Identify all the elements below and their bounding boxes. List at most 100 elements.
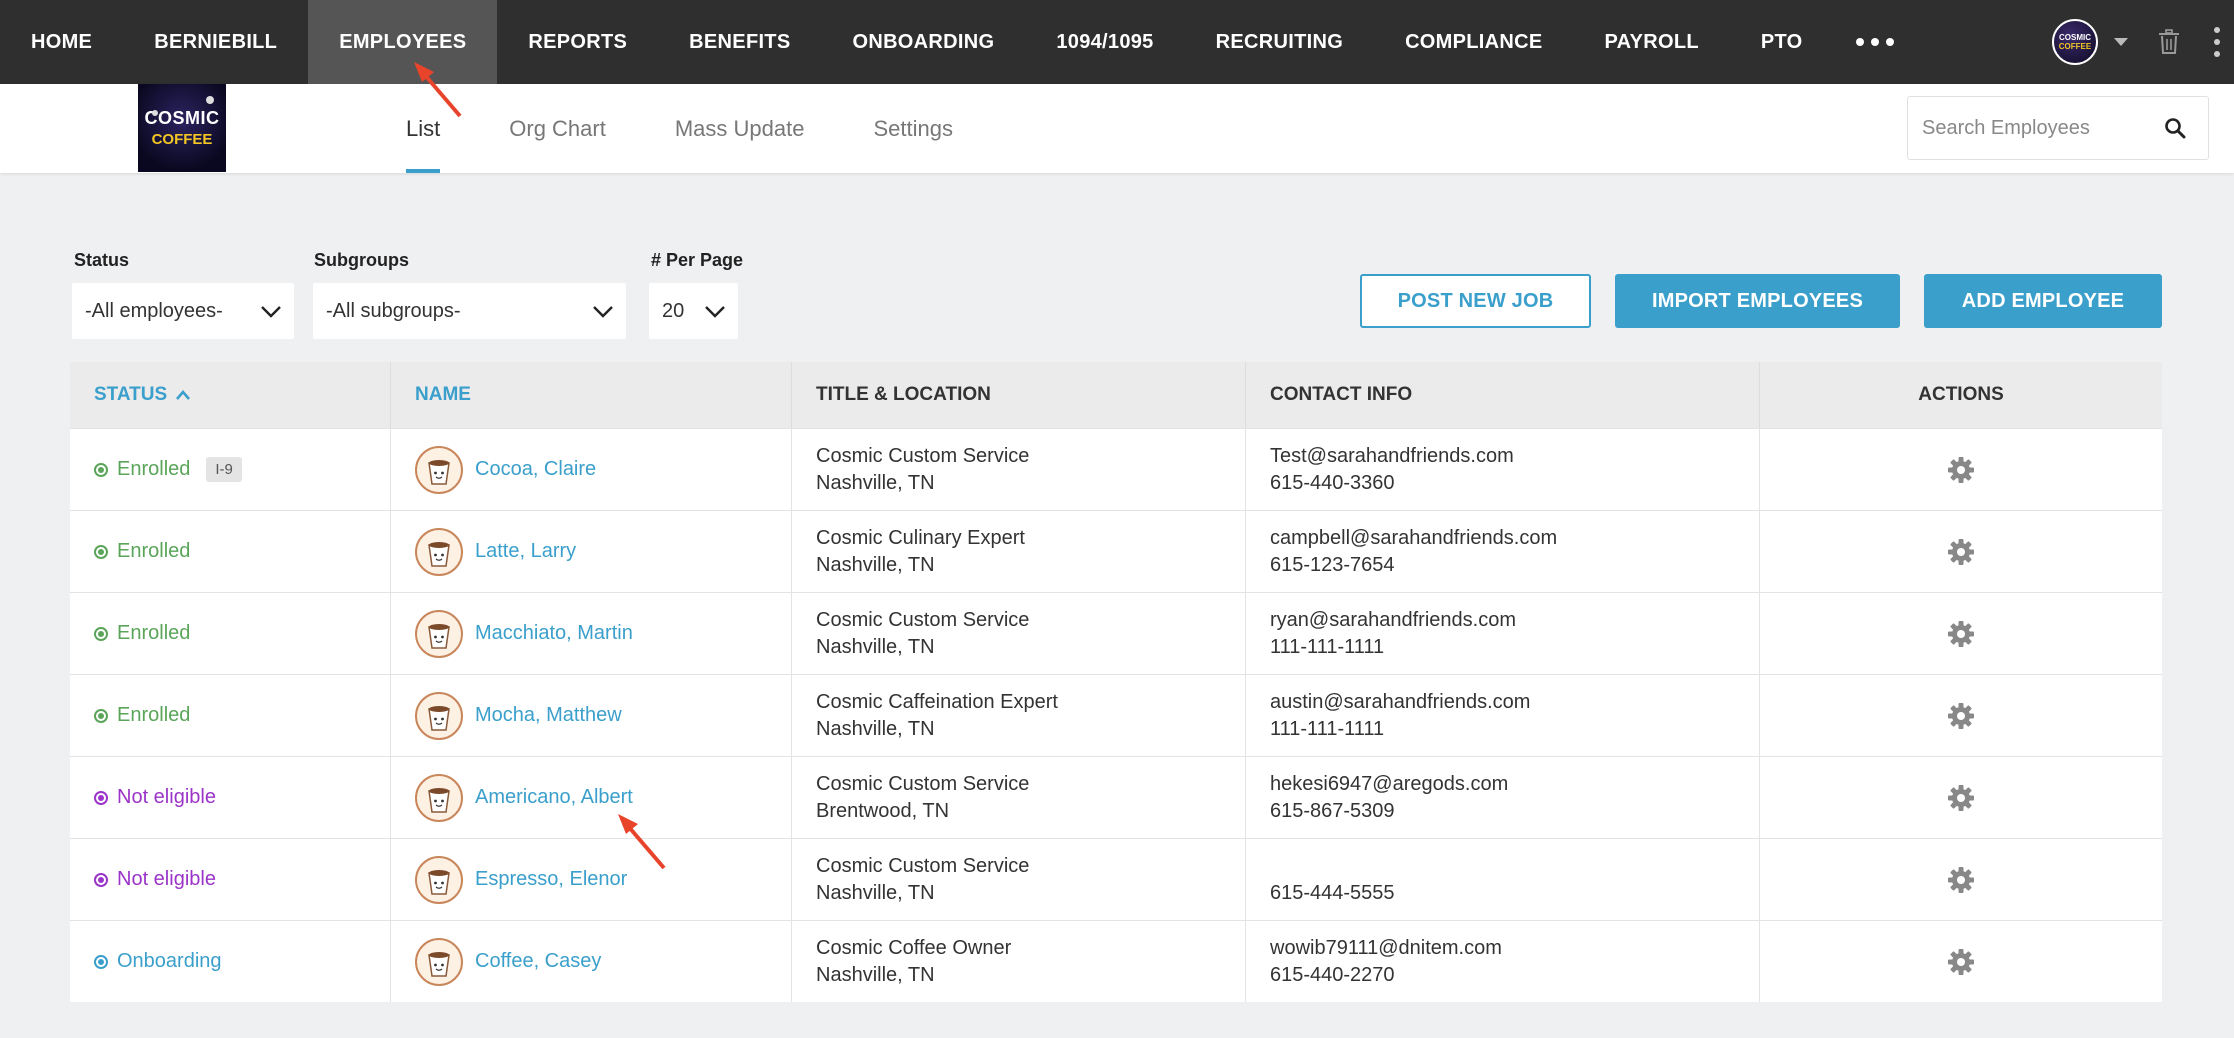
status-label: Enrolled	[117, 458, 191, 480]
nav-home[interactable]: HOME	[0, 0, 123, 84]
table-row: Enrolled I-9 Cocoa, Claire Cosmic Custom…	[70, 428, 2162, 510]
employee-name-link[interactable]: Cocoa, Claire	[475, 458, 596, 481]
header-title-location: TITLE & LOCATION	[792, 362, 1246, 428]
nav-compliance[interactable]: COMPLIANCE	[1374, 0, 1573, 84]
actions-cell	[1760, 839, 2162, 920]
add-employee-button[interactable]: ADD EMPLOYEE	[1924, 274, 2162, 328]
tab-org-chart[interactable]: Org Chart	[509, 84, 606, 173]
logo-star-1	[152, 110, 158, 116]
contact-cell: campbell@sarahandfriends.com 615-123-765…	[1246, 511, 1760, 592]
gear-icon[interactable]	[1946, 537, 1976, 567]
per-page-select[interactable]: 20	[649, 283, 738, 339]
post-new-job-button[interactable]: POST NEW JOB	[1360, 274, 1591, 328]
header-status-label: STATUS	[94, 384, 168, 405]
actions-cell	[1760, 429, 2162, 510]
coffee-cup-icon	[428, 705, 450, 731]
contact-cell: 615-444-5555	[1246, 839, 1760, 920]
status-cell: Onboarding	[70, 921, 391, 1002]
nav-benefits[interactable]: BENEFITS	[658, 0, 821, 84]
contact-email: hekesi6947@aregods.com	[1270, 772, 1509, 795]
contact-email: Test@sarahandfriends.com	[1270, 444, 1514, 467]
nav-berniebill[interactable]: BERNIEBILL	[123, 0, 308, 84]
header-name[interactable]: NAME	[391, 362, 792, 428]
status-dot-icon	[94, 954, 108, 969]
name-cell: Mocha, Matthew	[391, 675, 792, 756]
table-row: Not eligible Espresso, Elenor Cosmic Cus…	[70, 838, 2162, 920]
tab-settings[interactable]: Settings	[873, 84, 953, 173]
employee-avatar	[415, 773, 463, 822]
nav-1094-1095[interactable]: 1094/1095	[1025, 0, 1184, 84]
status-dot-icon	[94, 708, 108, 723]
employee-avatar	[415, 855, 463, 904]
account-avatar[interactable]: COSMIC COFFEE	[2052, 19, 2098, 65]
table-row: Not eligible Americano, Albert Cosmic Cu…	[70, 756, 2162, 838]
contact-cell: austin@sarahandfriends.com 111-111-1111	[1246, 675, 1760, 756]
status-dot-icon	[94, 872, 108, 887]
job-location: Brentwood, TN	[816, 799, 950, 822]
logo-star-2	[206, 96, 214, 104]
status-dot-icon	[94, 462, 108, 477]
status-label: Enrolled	[117, 704, 191, 726]
import-employees-button[interactable]: IMPORT EMPLOYEES	[1615, 274, 1900, 328]
name-cell: Americano, Albert	[391, 757, 792, 838]
job-title: Cosmic Custom Service	[816, 772, 1030, 795]
gear-icon[interactable]	[1946, 865, 1976, 895]
nav-reports[interactable]: REPORTS	[497, 0, 658, 84]
title-location-cell: Cosmic Custom Service Nashville, TN	[792, 839, 1246, 920]
gear-icon[interactable]	[1946, 947, 1976, 977]
kebab-menu-icon[interactable]	[2214, 27, 2220, 57]
nav-recruiting[interactable]: RECRUITING	[1185, 0, 1374, 84]
name-cell: Cocoa, Claire	[391, 429, 792, 510]
coffee-cup-icon	[428, 869, 450, 895]
nav-onboarding[interactable]: ONBOARDING	[821, 0, 1025, 84]
employee-name-link[interactable]: Coffee, Casey	[475, 950, 601, 973]
search-icon[interactable]	[2164, 117, 2186, 139]
status-label: Not eligible	[117, 868, 216, 890]
job-location: Nashville, TN	[816, 717, 935, 740]
coffee-cup-icon	[428, 623, 450, 649]
job-location: Nashville, TN	[816, 635, 935, 658]
employee-name-link[interactable]: Mocha, Matthew	[475, 704, 622, 727]
status-select[interactable]: -All employees-	[72, 283, 294, 339]
job-title: Cosmic Custom Service	[816, 608, 1030, 631]
header-status[interactable]: STATUS	[70, 362, 391, 428]
account-dropdown-icon[interactable]	[2114, 38, 2128, 46]
title-location-cell: Cosmic Custom Service Brentwood, TN	[792, 757, 1246, 838]
per-page-value: 20	[662, 299, 685, 322]
status-dot-icon	[94, 544, 108, 559]
coffee-cup-icon	[428, 787, 450, 813]
employee-name-link[interactable]: Americano, Albert	[475, 786, 633, 809]
job-title: Cosmic Culinary Expert	[816, 526, 1025, 549]
job-title: Cosmic Coffee Owner	[816, 936, 1012, 959]
chevron-down-icon	[593, 306, 613, 318]
subgroups-filter-label: Subgroups	[314, 250, 409, 270]
subgroups-select[interactable]: -All subgroups-	[313, 283, 626, 339]
gear-icon[interactable]	[1946, 619, 1976, 649]
top-navigation: HOME BERNIEBILL EMPLOYEES REPORTS BENEFI…	[0, 0, 2234, 84]
employee-name-link[interactable]: Espresso, Elenor	[475, 868, 627, 891]
employee-name-link[interactable]: Macchiato, Martin	[475, 622, 633, 645]
nav-payroll[interactable]: PAYROLL	[1574, 0, 1730, 84]
nav-right-controls: COSMIC COFFEE	[2052, 0, 2234, 84]
contact-phone: 615-444-5555	[1270, 881, 1395, 904]
tab-mass-update[interactable]: Mass Update	[675, 84, 805, 173]
trash-icon[interactable]	[2158, 29, 2180, 55]
header-contact-info: CONTACT INFO	[1246, 362, 1760, 428]
tab-list[interactable]: List	[406, 84, 441, 173]
header-actions: ACTIONS	[1918, 384, 2004, 405]
nav-employees[interactable]: EMPLOYEES	[308, 0, 498, 84]
employee-name-link[interactable]: Latte, Larry	[475, 540, 576, 563]
coffee-cup-icon	[428, 459, 450, 485]
sub-tabs: List Org Chart Mass Update Settings	[406, 84, 1022, 173]
gear-icon[interactable]	[1946, 701, 1976, 731]
gear-icon[interactable]	[1946, 783, 1976, 813]
job-title: Cosmic Caffeination Expert	[816, 690, 1058, 713]
search-input[interactable]	[1908, 116, 2158, 140]
job-title: Cosmic Custom Service	[816, 444, 1030, 467]
company-logo: COSMIC COFFEE	[138, 84, 226, 172]
sub-header: COSMIC COFFEE List Org Chart Mass Update…	[0, 84, 2234, 173]
more-nav-icon[interactable]	[1834, 0, 1916, 84]
gear-icon[interactable]	[1946, 455, 1976, 485]
title-location-cell: Cosmic Custom Service Nashville, TN	[792, 593, 1246, 674]
nav-pto[interactable]: PTO	[1730, 0, 1834, 84]
